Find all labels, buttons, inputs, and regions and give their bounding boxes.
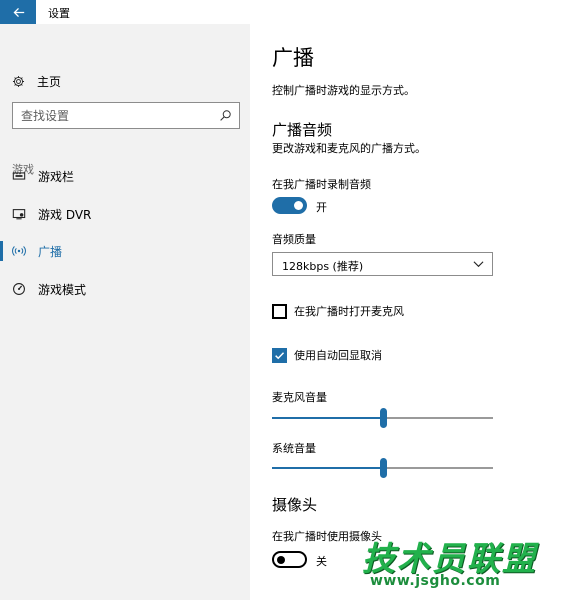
- slider-thumb[interactable]: [380, 458, 387, 478]
- record-audio-label: 在我广播时录制音频: [272, 178, 371, 191]
- slider-fill: [272, 467, 383, 469]
- slider-thumb[interactable]: [380, 408, 387, 428]
- mic-checkbox[interactable]: [272, 303, 287, 319]
- sidebar: 主页 游戏 游戏栏 游戏 DVR 广播: [0, 24, 250, 600]
- gear-icon: [12, 75, 25, 87]
- mic-checkbox-row[interactable]: 在我广播时打开麦克风: [272, 303, 404, 319]
- audio-quality-value: 128kbps (推荐): [282, 260, 364, 273]
- toggle-knob: [294, 201, 303, 210]
- active-indicator: [0, 241, 3, 261]
- audio-section-title: 广播音频: [272, 121, 333, 139]
- audio-quality-dropdown[interactable]: 128kbps (推荐): [272, 252, 493, 276]
- record-audio-toggle[interactable]: [272, 197, 307, 214]
- home-label: 主页: [37, 74, 62, 89]
- page-description: 控制广播时游戏的显示方式。: [272, 84, 415, 97]
- search-icon[interactable]: [219, 109, 232, 122]
- watermark-url: www.jsgho.com: [370, 573, 501, 589]
- system-volume-slider[interactable]: [272, 458, 493, 478]
- sidebar-item-broadcast[interactable]: 广播: [0, 240, 250, 262]
- checkmark-icon: [275, 351, 285, 359]
- sidebar-item-game-dvr[interactable]: 游戏 DVR: [0, 203, 250, 225]
- mic-volume-label: 麦克风音量: [272, 391, 327, 404]
- game-dvr-icon: [12, 209, 26, 220]
- broadcast-icon: [12, 246, 26, 256]
- main-content: 广播 控制广播时游戏的显示方式。 广播音频 更改游戏和麦克风的广播方式。 在我广…: [250, 24, 587, 600]
- search-box: [12, 102, 240, 129]
- mic-checkbox-label: 在我广播时打开麦克风: [294, 305, 404, 318]
- camera-section-title: 摄像头: [272, 496, 318, 514]
- page-title: 广播: [272, 46, 314, 70]
- game-bar-icon: [12, 172, 26, 180]
- sidebar-item-game-bar[interactable]: 游戏栏: [0, 165, 250, 187]
- sidebar-item-label: 游戏模式: [38, 283, 87, 297]
- sidebar-item-label: 游戏 DVR: [38, 208, 92, 222]
- echo-checkbox-label: 使用自动回显取消: [294, 349, 382, 362]
- toggle-knob: [277, 555, 285, 564]
- sidebar-item-label: 广播: [38, 245, 63, 259]
- use-camera-toggle[interactable]: [272, 551, 307, 568]
- chevron-down-icon: [473, 261, 484, 268]
- system-volume-label: 系统音量: [272, 442, 316, 455]
- back-arrow-icon: [13, 7, 24, 17]
- sidebar-item-label: 游戏栏: [38, 170, 75, 184]
- title-bar: 设置: [0, 0, 587, 24]
- watermark: 技术员联盟 www.jsgho.com: [360, 528, 587, 600]
- echo-checkbox-row[interactable]: 使用自动回显取消: [272, 347, 382, 363]
- use-camera-state: 关: [316, 555, 327, 568]
- sidebar-item-home[interactable]: 主页: [12, 72, 61, 90]
- audio-section-description: 更改游戏和麦克风的广播方式。: [272, 142, 426, 155]
- audio-quality-label: 音频质量: [272, 233, 316, 246]
- echo-checkbox[interactable]: [272, 347, 287, 363]
- search-input[interactable]: [13, 103, 213, 128]
- slider-fill: [272, 417, 383, 419]
- game-mode-icon: [13, 283, 25, 295]
- mic-volume-slider[interactable]: [272, 408, 493, 428]
- record-audio-state: 开: [316, 201, 327, 214]
- back-button[interactable]: [0, 0, 36, 24]
- sidebar-item-game-mode[interactable]: 游戏模式: [0, 278, 250, 300]
- window-title: 设置: [48, 7, 70, 20]
